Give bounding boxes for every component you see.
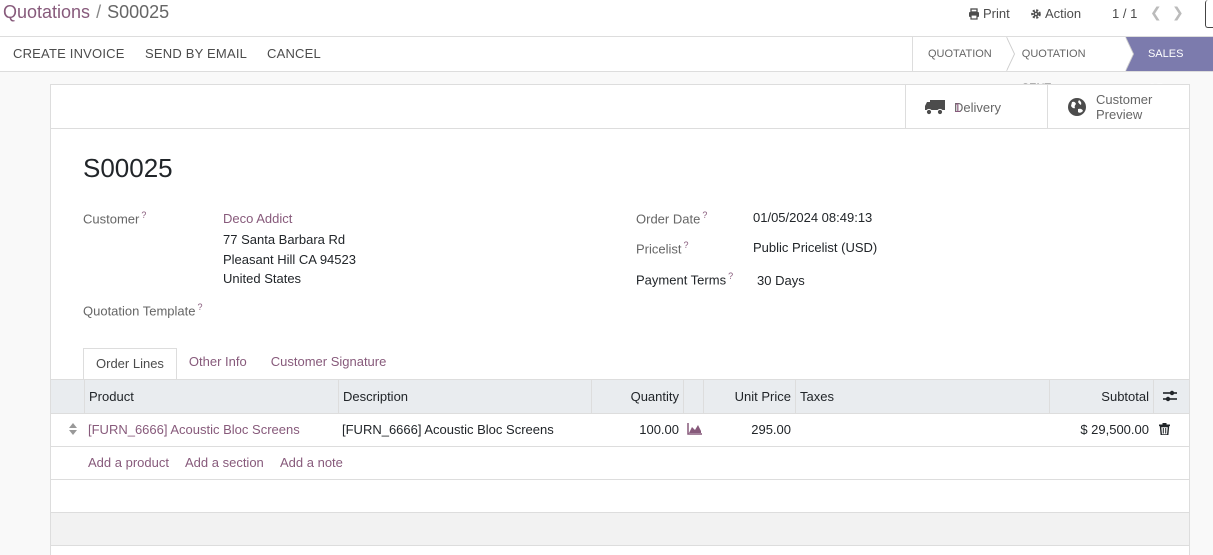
empty-row xyxy=(51,513,1189,546)
column-description[interactable]: Description xyxy=(338,380,591,413)
stage-quotation[interactable]: QUOTATION xyxy=(912,37,1015,71)
create-invoice-button[interactable]: CREATE INVOICE xyxy=(13,46,125,61)
customer-name-link[interactable]: Deco Addict xyxy=(223,211,292,226)
trash-icon[interactable] xyxy=(1155,414,1175,447)
tab-other-info[interactable]: Other Info xyxy=(177,347,259,380)
column-quantity[interactable]: Quantity xyxy=(591,380,683,413)
customer-label: Customer? xyxy=(83,210,147,227)
truck-icon xyxy=(924,96,946,118)
add-product-link[interactable]: Add a product xyxy=(88,447,169,479)
breadcrumb-quotations-link[interactable]: Quotations xyxy=(3,2,90,22)
pager-value[interactable]: 1 / 1 xyxy=(1112,6,1137,21)
optional-columns-icon[interactable] xyxy=(1153,380,1189,413)
stage-bar: QUOTATION QUOTATION SENT SALES OR xyxy=(912,37,1213,94)
add-section-link[interactable]: Add a section xyxy=(185,447,264,479)
page-title: S00025 xyxy=(83,153,173,183)
subtotal-cell: $ 29,500.00 xyxy=(1080,422,1149,437)
column-forecast xyxy=(683,380,703,413)
pricelist-value: Public Pricelist (USD) xyxy=(753,240,878,255)
send-by-email-button[interactable]: SEND BY EMAIL xyxy=(145,46,247,61)
column-taxes[interactable]: Taxes xyxy=(795,380,1049,413)
breadcrumb: Quotations / S00025 xyxy=(3,2,169,23)
table-header: Product Description Quantity Unit Price … xyxy=(51,379,1189,414)
stage-sales-order[interactable]: SALES OR xyxy=(1124,37,1213,94)
statusbar: CREATE INVOICE SEND BY EMAIL CANCEL QUOT… xyxy=(0,36,1213,94)
order-lines-table: Product Description Quantity Unit Price … xyxy=(51,379,1189,546)
delivery-smart-button[interactable]: 1 Delivery xyxy=(905,85,1047,129)
customer-address: 77 Santa Barbara Rd Pleasant Hill CA 945… xyxy=(223,232,356,286)
chevron-left-icon[interactable]: ❮ xyxy=(1150,4,1162,21)
action-button[interactable]: Action xyxy=(1030,6,1081,21)
control-panel: Quotations / S00025 Print Action 1 / 1 ❮ ❯ xyxy=(0,0,1213,37)
table-row[interactable]: [FURN_6666] Acoustic Bloc Screens [FURN_… xyxy=(51,414,1189,447)
help-icon[interactable]: ? xyxy=(684,240,689,250)
add-note-link[interactable]: Add a note xyxy=(280,447,343,479)
help-icon[interactable]: ? xyxy=(728,271,733,281)
product-link[interactable]: [FURN_6666] Acoustic Bloc Screens xyxy=(84,414,338,447)
breadcrumb-current: S00025 xyxy=(107,2,170,22)
payment-terms-value[interactable]: 30 Days xyxy=(757,273,805,288)
quantity-cell[interactable]: 100.00 xyxy=(591,414,683,447)
breadcrumb-separator: / xyxy=(96,2,102,22)
print-label: Print xyxy=(983,6,1010,21)
delivery-count: 1 xyxy=(954,99,962,115)
preview-label-1: Customer xyxy=(1096,92,1153,107)
chevron-right-icon[interactable]: ❯ xyxy=(1172,4,1184,21)
print-button[interactable]: Print xyxy=(968,6,1010,21)
help-icon[interactable]: ? xyxy=(141,210,146,220)
cancel-button[interactable]: CANCEL xyxy=(267,46,321,61)
description-cell[interactable]: [FURN_6666] Acoustic Bloc Screens xyxy=(338,414,591,447)
empty-row xyxy=(51,480,1189,513)
preview-label-2: Preview xyxy=(1096,107,1143,122)
gear-icon xyxy=(1030,8,1042,20)
column-unit-price[interactable]: Unit Price xyxy=(703,380,795,413)
order-date-value: 01/05/2024 08:49:13 xyxy=(753,210,873,225)
tab-order-lines[interactable]: Order Lines xyxy=(83,348,177,381)
drag-handle-icon[interactable] xyxy=(65,414,81,447)
add-line-row: Add a product Add a section Add a note xyxy=(51,447,1189,480)
unit-price-cell[interactable]: 295.00 xyxy=(703,414,795,447)
print-icon xyxy=(968,7,980,20)
area-chart-icon[interactable] xyxy=(683,414,703,447)
tab-customer-signature[interactable]: Customer Signature xyxy=(259,347,399,380)
edge-button[interactable] xyxy=(1205,0,1213,28)
stage-quotation-sent[interactable]: QUOTATION SENT xyxy=(1005,37,1135,94)
taxes-cell[interactable] xyxy=(795,414,1049,447)
help-icon[interactable]: ? xyxy=(198,302,203,312)
globe-icon xyxy=(1066,96,1088,118)
customer-preview-smart-button[interactable]: Customer Preview xyxy=(1047,85,1189,129)
form-sheet: 1 Delivery Customer Preview S00025 Custome… xyxy=(50,84,1190,555)
column-product[interactable]: Product xyxy=(84,380,338,413)
quotation-template-label: Quotation Template? xyxy=(83,302,203,319)
notebook-tabs: Order Lines Other Info Customer Signatur… xyxy=(83,347,399,381)
help-icon[interactable]: ? xyxy=(702,210,707,220)
smart-button-box: 1 Delivery Customer Preview xyxy=(51,85,1189,129)
action-label: Action xyxy=(1045,6,1082,21)
order-date-label: Order Date? xyxy=(636,210,708,227)
pricelist-label: Pricelist? xyxy=(636,240,689,257)
payment-terms-label: Payment Terms? xyxy=(636,271,734,288)
column-subtotal[interactable]: Subtotal xyxy=(1049,380,1153,413)
